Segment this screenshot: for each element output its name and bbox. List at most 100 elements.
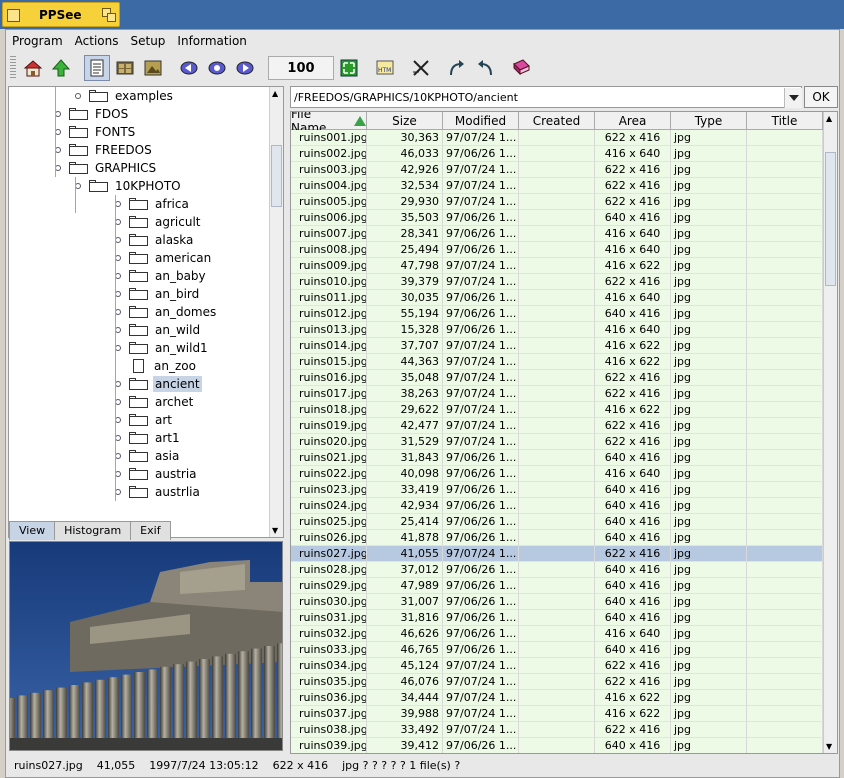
toolbar-grip-icon[interactable]: [10, 56, 16, 80]
rotate-left-button[interactable]: [472, 55, 498, 81]
scroll-up-icon[interactable]: ▲: [826, 114, 832, 123]
column-header[interactable]: Size: [367, 112, 443, 130]
tree-item[interactable]: an_baby: [129, 267, 208, 285]
table-row[interactable]: ruins028.jpg 37,012 97/06/26 1... 640 x 416…: [291, 562, 823, 578]
table-row[interactable]: ruins003.jpg 42,926 97/07/24 1... 622 x 416…: [291, 162, 823, 178]
menu-actions[interactable]: Actions: [69, 32, 125, 52]
table-row[interactable]: ruins034.jpg 45,124 97/07/24 1... 622 x 416…: [291, 658, 823, 674]
table-row[interactable]: ruins025.jpg 25,414 97/06/26 1... 640 x 416…: [291, 514, 823, 530]
table-row[interactable]: ruins023.jpg 33,419 97/06/26 1... 640 x 416…: [291, 482, 823, 498]
table-row[interactable]: ruins024.jpg 42,934 97/06/26 1... 640 x 416…: [291, 498, 823, 514]
expander-icon[interactable]: [75, 93, 81, 99]
table-row[interactable]: ruins010.jpg 39,379 97/07/24 1... 622 x 416…: [291, 274, 823, 290]
table-row[interactable]: ruins038.jpg 33,492 97/07/24 1... 622 x 416…: [291, 722, 823, 738]
tree-item[interactable]: 10KPHOTO: [89, 177, 183, 195]
table-row[interactable]: ruins006.jpg 35,503 97/06/26 1... 640 x 416…: [291, 210, 823, 226]
tree-item[interactable]: ancient: [129, 375, 202, 393]
column-header[interactable]: Type: [671, 112, 747, 130]
table-row[interactable]: ruins029.jpg 47,989 97/06/26 1... 640 x 416…: [291, 578, 823, 594]
table-row[interactable]: ruins033.jpg 46,765 97/06/26 1... 640 x 416…: [291, 642, 823, 658]
column-header[interactable]: Created: [519, 112, 595, 130]
table-scrollbar[interactable]: ▲ ▼: [823, 112, 837, 753]
image-view-button[interactable]: [140, 55, 166, 81]
column-header[interactable]: File Name: [291, 112, 367, 135]
tree-item[interactable]: american: [129, 249, 213, 267]
tree-item[interactable]: archet: [129, 393, 195, 411]
table-row[interactable]: ruins014.jpg 37,707 97/07/24 1... 416 x 622…: [291, 338, 823, 354]
tree-item[interactable]: austrlia: [129, 483, 202, 501]
tree-item[interactable]: asia: [129, 447, 181, 465]
tree-item[interactable]: examples: [89, 87, 175, 105]
table-row[interactable]: ruins001.jpg 30,363 97/07/24 1... 622 x 416…: [291, 130, 823, 146]
tree-item[interactable]: an_zoo: [129, 357, 198, 375]
column-header[interactable]: Modified: [443, 112, 519, 130]
table-row[interactable]: ruins008.jpg 25,494 97/06/26 1... 416 x 640…: [291, 242, 823, 258]
table-scroll-thumb[interactable]: [825, 152, 836, 286]
tree-item[interactable]: agricult: [129, 213, 202, 231]
table-row[interactable]: ruins037.jpg 39,988 97/07/24 1... 416 x 622…: [291, 706, 823, 722]
tree-item[interactable]: an_bird: [129, 285, 201, 303]
tree-item[interactable]: art1: [129, 429, 182, 447]
tree-item[interactable]: an_domes: [129, 303, 218, 321]
tree-item[interactable]: austria: [129, 465, 199, 483]
tab-histogram[interactable]: Histogram: [54, 521, 132, 540]
table-row[interactable]: ruins036.jpg 34,444 97/07/24 1... 416 x 622…: [291, 690, 823, 706]
crop-button[interactable]: [408, 55, 434, 81]
tree-item[interactable]: FONTS: [69, 123, 137, 141]
tab-view[interactable]: View: [9, 521, 56, 540]
table-row[interactable]: ruins017.jpg 38,263 97/07/24 1... 622 x 416…: [291, 386, 823, 402]
table-row[interactable]: ruins018.jpg 29,622 97/07/24 1... 416 x 622…: [291, 402, 823, 418]
table-row[interactable]: ruins019.jpg 42,477 97/07/24 1... 622 x 416…: [291, 418, 823, 434]
table-row[interactable]: ruins035.jpg 46,076 97/07/24 1... 622 x 416…: [291, 674, 823, 690]
scroll-down-icon[interactable]: ▼: [826, 742, 832, 751]
tree-item[interactable]: GRAPHICS: [69, 159, 158, 177]
table-row[interactable]: ruins031.jpg 31,816 97/06/26 1... 640 x 416…: [291, 610, 823, 626]
table-row[interactable]: ruins020.jpg 31,529 97/07/24 1... 622 x 416…: [291, 434, 823, 450]
table-row[interactable]: ruins002.jpg 46,033 97/06/26 1... 416 x 640…: [291, 146, 823, 162]
tab-exif[interactable]: Exif: [130, 521, 171, 540]
table-row[interactable]: ruins005.jpg 29,930 97/07/24 1... 622 x 416…: [291, 194, 823, 210]
column-header[interactable]: Area: [595, 112, 671, 130]
next-button[interactable]: [232, 55, 258, 81]
home-button[interactable]: [20, 55, 46, 81]
table-row[interactable]: ruins015.jpg 44,363 97/07/24 1... 416 x 622…: [291, 354, 823, 370]
details-view-button[interactable]: [84, 55, 110, 81]
table-row[interactable]: ruins004.jpg 32,534 97/07/24 1... 622 x 416…: [291, 178, 823, 194]
fit-button[interactable]: [336, 55, 362, 81]
path-field[interactable]: /FREEDOS/GRAPHICS/10KPHOTO/ancient: [290, 86, 802, 108]
path-dropdown-button[interactable]: [784, 88, 802, 108]
table-row[interactable]: ruins013.jpg 15,328 97/06/26 1... 416 x 640…: [291, 322, 823, 338]
table-row[interactable]: ruins022.jpg 40,098 97/06/26 1... 416 x 640…: [291, 466, 823, 482]
tree-item[interactable]: an_wild1: [129, 339, 210, 357]
thumbnail-view-button[interactable]: [112, 55, 138, 81]
menu-setup[interactable]: Setup: [124, 32, 171, 52]
table-row[interactable]: ruins016.jpg 35,048 97/07/24 1... 622 x 416…: [291, 370, 823, 386]
scroll-up-icon[interactable]: ▲: [272, 89, 278, 98]
tree-scrollbar[interactable]: ▲ ▼: [269, 87, 283, 537]
zoom-field[interactable]: 100: [268, 56, 334, 80]
folder-tree[interactable]: examples FDOS FONTS FREEDOS GRAPHICS 10KPHOTO…: [8, 86, 284, 538]
table-row[interactable]: ruins032.jpg 46,626 97/06/26 1... 416 x 640…: [291, 626, 823, 642]
menu-information[interactable]: Information: [171, 32, 252, 52]
table-row[interactable]: ruins012.jpg 55,194 97/06/26 1... 640 x 416…: [291, 306, 823, 322]
task-button-ppsee[interactable]: PPSee: [2, 2, 120, 27]
play-button[interactable]: [204, 55, 230, 81]
tree-item[interactable]: an_wild: [129, 321, 202, 339]
table-row[interactable]: ruins030.jpg 31,007 97/06/26 1... 640 x 416…: [291, 594, 823, 610]
html-export-button[interactable]: HTM: [372, 55, 398, 81]
previous-button[interactable]: [176, 55, 202, 81]
scroll-down-icon[interactable]: ▼: [272, 526, 278, 535]
table-row[interactable]: ruins007.jpg 28,341 97/06/26 1... 416 x 640…: [291, 226, 823, 242]
table-row[interactable]: ruins027.jpg 41,055 97/07/24 1... 622 x 416…: [291, 546, 823, 562]
tree-item[interactable]: africa: [129, 195, 191, 213]
tree-item[interactable]: alaska: [129, 231, 195, 249]
restore-icon[interactable]: [102, 8, 116, 22]
table-row[interactable]: ruins026.jpg 41,878 97/06/26 1... 640 x 416…: [291, 530, 823, 546]
column-header[interactable]: Title: [747, 112, 823, 130]
table-row[interactable]: ruins011.jpg 30,035 97/06/26 1... 416 x 640…: [291, 290, 823, 306]
table-row[interactable]: ruins021.jpg 31,843 97/06/26 1... 640 x 416…: [291, 450, 823, 466]
tree-item[interactable]: FDOS: [69, 105, 130, 123]
tree-item[interactable]: art: [129, 411, 174, 429]
file-table[interactable]: File Name Size Modified Created Area Type Titl…: [290, 111, 838, 754]
menu-program[interactable]: Program: [6, 32, 69, 52]
